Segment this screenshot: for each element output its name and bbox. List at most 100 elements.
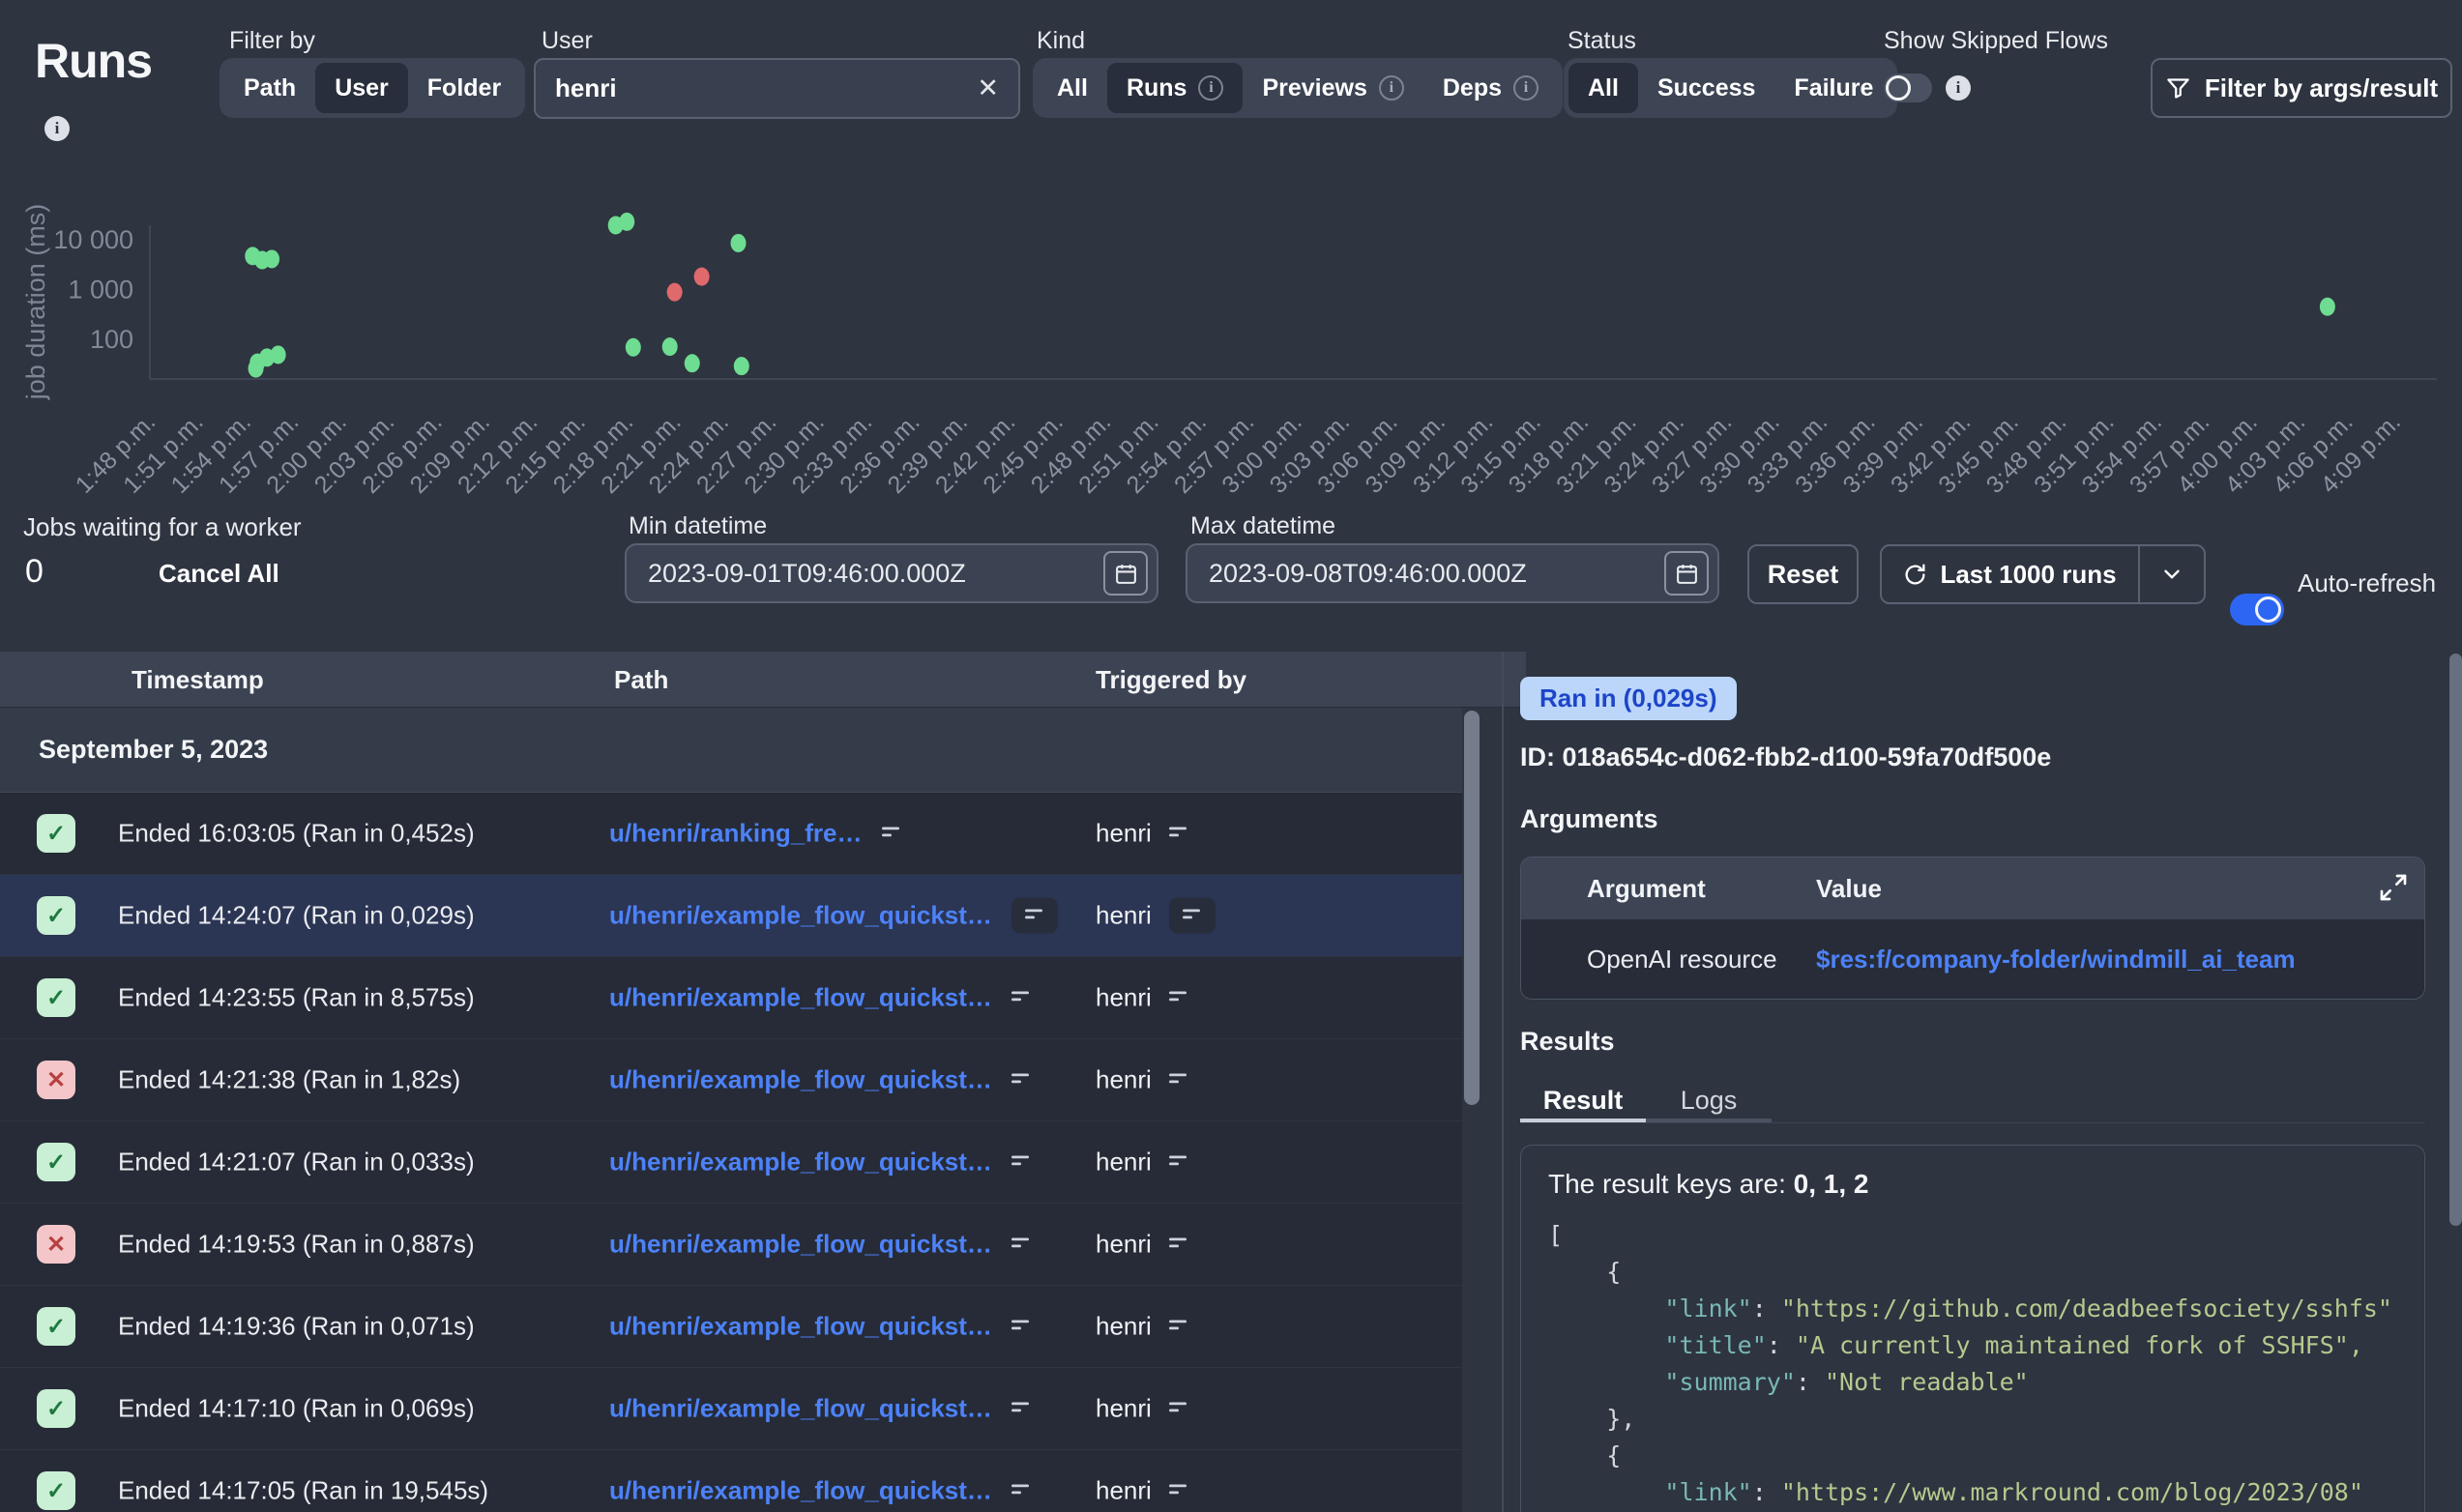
filter-by-user-button[interactable]	[1169, 991, 1188, 1005]
filter-by-user-button[interactable]	[1169, 1320, 1188, 1334]
kind-previews[interactable]: Previews i	[1243, 63, 1422, 113]
success-status-icon: ✓	[37, 1471, 75, 1510]
filter-by-user-button[interactable]	[1169, 1484, 1188, 1498]
filter-by-user-button[interactable]	[1169, 827, 1188, 841]
runs-limit-button[interactable]: Last 1000 runs	[1882, 560, 2138, 590]
run-timestamp: Ended 14:23:55 (Ran in 8,575s)	[118, 983, 475, 1013]
runs-limit-dropdown[interactable]	[2140, 562, 2204, 587]
table-scrollbar[interactable]	[1464, 711, 1480, 1105]
run-path-link[interactable]: u/henri/example_flow_quickst…	[609, 901, 992, 931]
filter-by-path-button[interactable]	[1011, 1237, 1031, 1252]
filter-lines-icon	[1011, 1402, 1031, 1416]
reset-button[interactable]: Reset	[1747, 544, 1859, 604]
filter-by-path-button[interactable]	[1011, 991, 1031, 1005]
expand-icon[interactable]	[2378, 872, 2409, 908]
user-filter-input[interactable]: henri ✕	[534, 58, 1020, 119]
filter-lines-icon	[1169, 1237, 1188, 1252]
results-heading: Results	[1520, 1027, 1615, 1057]
run-path-link[interactable]: u/henri/example_flow_quickst…	[609, 1476, 992, 1506]
tab-result[interactable]: Result	[1520, 1083, 1646, 1123]
run-path-link[interactable]: u/henri/example_flow_quickst…	[609, 1065, 992, 1095]
kind-all[interactable]: All	[1038, 63, 1107, 113]
runs-info-icon[interactable]: i	[44, 116, 70, 141]
filter-lines-icon	[1169, 1073, 1188, 1088]
kind-runs[interactable]: Runs i	[1107, 63, 1244, 113]
duration-scatter-chart: job duration (ms)10 0001 0001001:48 p.m.…	[0, 145, 2462, 505]
skipped-flows-toggle[interactable]	[1884, 73, 1932, 102]
filter-by-user-button[interactable]	[1169, 1237, 1188, 1252]
filter-by-user-button[interactable]	[1169, 1402, 1188, 1416]
argument-row: OpenAI resource $res:f/company-folder/wi…	[1521, 919, 2424, 999]
results-tabbar: Result Logs	[1520, 1083, 1772, 1123]
run-path-link[interactable]: u/henri/example_flow_quickst…	[609, 983, 992, 1013]
filter-lines-icon	[1183, 909, 1202, 923]
kind-deps[interactable]: Deps i	[1423, 63, 1558, 113]
run-triggered-by: henri	[1096, 1230, 1152, 1260]
filter-lines-icon	[1025, 909, 1044, 923]
min-datetime-calendar-button[interactable]	[1103, 551, 1148, 596]
min-datetime-input[interactable]: 2023-09-01T09:46:00.000Z	[625, 543, 1158, 603]
run-path-link[interactable]: u/henri/ranking_fre…	[609, 819, 863, 849]
filter-by-user-button[interactable]	[1169, 898, 1216, 934]
cancel-all-button[interactable]: Cancel All	[159, 559, 279, 589]
filter-lines-icon	[1011, 1484, 1031, 1498]
runs-limit-split-button: Last 1000 runs	[1880, 544, 2206, 604]
min-datetime-label: Min datetime	[629, 512, 767, 540]
run-triggered-by: henri	[1096, 1065, 1152, 1095]
run-path-link[interactable]: u/henri/example_flow_quickst…	[609, 1230, 992, 1260]
status-failure[interactable]: Failure	[1774, 63, 1892, 113]
filter-by-folder[interactable]: Folder	[408, 63, 520, 113]
col-timestamp: Timestamp	[132, 665, 264, 695]
filter-by-path-button[interactable]	[1011, 1484, 1031, 1498]
resource-link[interactable]: $res:f/company-folder/windmill_ai_team	[1816, 945, 2296, 974]
kind-runs-info-icon[interactable]: i	[1198, 75, 1223, 101]
table-row[interactable]: ✓Ended 14:23:55 (Ran in 8,575s)u/henri/e…	[0, 957, 1462, 1039]
skipped-flows-label: Show Skipped Flows	[1884, 27, 2108, 55]
filter-by-path-button[interactable]	[1011, 1155, 1031, 1170]
filter-by-path-button[interactable]	[882, 827, 901, 841]
skipped-flows-info-icon[interactable]: i	[1946, 75, 1971, 101]
table-row[interactable]: ✓Ended 16:03:05 (Ran in 0,452s)u/henri/r…	[0, 793, 1462, 875]
status-all[interactable]: All	[1568, 63, 1638, 113]
filter-by-path-button[interactable]	[1011, 1320, 1031, 1334]
max-datetime-label: Max datetime	[1190, 512, 1335, 540]
filter-by-path-button[interactable]	[1011, 1402, 1031, 1416]
table-row[interactable]: ✓Ended 14:21:07 (Ran in 0,033s)u/henri/e…	[0, 1121, 1462, 1204]
run-triggered-by: henri	[1096, 1148, 1152, 1178]
filter-by-path[interactable]: Path	[224, 63, 315, 113]
filter-by-user-button[interactable]	[1169, 1155, 1188, 1170]
table-row[interactable]: ✓Ended 14:19:36 (Ran in 0,071s)u/henri/e…	[0, 1286, 1462, 1368]
table-row[interactable]: ✕Ended 14:19:53 (Ran in 0,887s)u/henri/e…	[0, 1204, 1462, 1286]
argument-name: OpenAI resource	[1521, 945, 1816, 974]
filter-by-path-button[interactable]	[1011, 898, 1058, 934]
status-success[interactable]: Success	[1638, 63, 1774, 113]
kind-previews-info-icon[interactable]: i	[1379, 75, 1404, 101]
filter-lines-icon	[882, 827, 901, 841]
table-row[interactable]: ✓Ended 14:17:10 (Ran in 0,069s)u/henri/e…	[0, 1368, 1462, 1450]
success-status-icon: ✓	[37, 1143, 75, 1181]
tab-logs[interactable]: Logs	[1646, 1083, 1772, 1123]
auto-refresh-toggle[interactable]	[2230, 594, 2284, 625]
table-row[interactable]: ✕Ended 14:21:38 (Ran in 1,82s)u/henri/ex…	[0, 1039, 1462, 1121]
failure-status-icon: ✕	[37, 1225, 75, 1264]
ran-in-badge: Ran in (0,029s)	[1520, 677, 1737, 720]
filter-args-result-button[interactable]: Filter by args/result	[2151, 58, 2452, 118]
filter-by-path-button[interactable]	[1011, 1073, 1031, 1088]
col-path: Path	[614, 665, 668, 695]
run-path-link[interactable]: u/henri/example_flow_quickst…	[609, 1394, 992, 1424]
col-value: Value	[1816, 874, 2424, 904]
table-row[interactable]: ✓Ended 14:17:05 (Ran in 19,545s)u/henri/…	[0, 1450, 1462, 1512]
filter-lines-icon	[1169, 827, 1188, 841]
panel-scrollbar[interactable]	[2449, 654, 2462, 1226]
run-path-link[interactable]: u/henri/example_flow_quickst…	[609, 1312, 992, 1342]
kind-deps-info-icon[interactable]: i	[1513, 75, 1539, 101]
run-triggered-by: henri	[1096, 983, 1152, 1013]
run-timestamp: Ended 14:24:07 (Ran in 0,029s)	[118, 901, 475, 931]
table-row[interactable]: ✓Ended 14:24:07 (Ran in 0,029s)u/henri/e…	[0, 875, 1462, 957]
max-datetime-input[interactable]: 2023-09-08T09:46:00.000Z	[1186, 543, 1719, 603]
filter-by-user[interactable]: User	[315, 63, 408, 113]
filter-by-user-button[interactable]	[1169, 1073, 1188, 1088]
clear-user-filter-icon[interactable]: ✕	[977, 73, 999, 103]
run-path-link[interactable]: u/henri/example_flow_quickst…	[609, 1148, 992, 1178]
max-datetime-calendar-button[interactable]	[1664, 551, 1709, 596]
